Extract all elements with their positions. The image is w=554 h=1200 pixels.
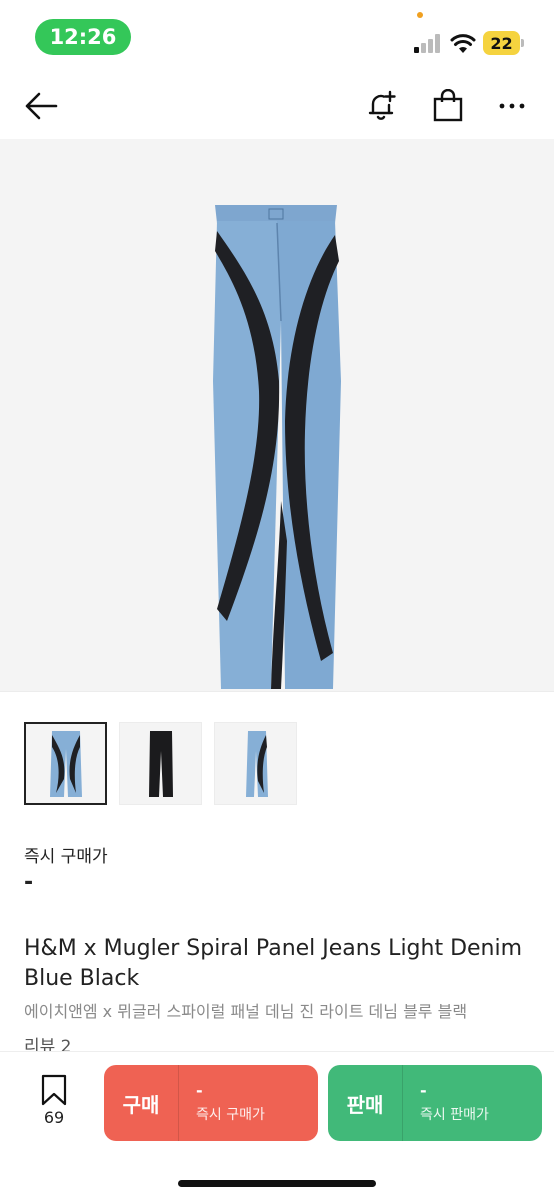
bottom-action-bar: 69 구매 - 즉시 구매가 판매 - 즉시 판매가 bbox=[0, 1051, 554, 1200]
more-button[interactable] bbox=[490, 84, 534, 128]
product-title: H&M x Mugler Spiral Panel Jeans Light De… bbox=[24, 936, 523, 991]
status-bar: 12:26 22 bbox=[0, 0, 554, 70]
product-title-korean: 에이치앤엠 x 뮈글러 스파이럴 패널 데님 진 라이트 데님 블루 블랙 bbox=[24, 1002, 468, 1021]
shopping-bag-icon bbox=[433, 89, 463, 122]
back-button[interactable] bbox=[19, 84, 63, 128]
sell-price: - bbox=[420, 1081, 427, 1100]
thumbnail-3[interactable] bbox=[214, 722, 297, 805]
battery-icon: 22 bbox=[483, 31, 525, 55]
buy-button[interactable]: 구매 - 즉시 구매가 bbox=[104, 1065, 318, 1141]
bookmark-icon bbox=[41, 1074, 67, 1106]
thumbnail-1[interactable] bbox=[24, 722, 107, 805]
buy-price: - bbox=[196, 1081, 203, 1100]
status-time: 12:26 bbox=[35, 19, 131, 55]
wishlist-count: 69 bbox=[43, 1108, 65, 1127]
wishlist-button[interactable]: 69 bbox=[30, 1074, 78, 1134]
price-alert-button[interactable] bbox=[360, 84, 404, 128]
arrow-left-icon bbox=[25, 92, 58, 120]
jeans-spiral-side-image bbox=[245, 730, 268, 797]
buy-label: 구매 bbox=[104, 1065, 179, 1141]
cellular-signal-icon bbox=[414, 33, 442, 53]
battery-level: 22 bbox=[483, 31, 520, 55]
thumbnail-2[interactable] bbox=[119, 722, 202, 805]
sell-label: 판매 bbox=[328, 1065, 403, 1141]
instant-buy-price-label: 즉시 구매가 bbox=[24, 847, 108, 867]
instant-buy-price-value: - bbox=[24, 870, 34, 895]
home-indicator bbox=[178, 1180, 376, 1187]
top-nav bbox=[0, 76, 554, 138]
thumbnail-strip bbox=[24, 722, 297, 806]
privacy-indicator-dot bbox=[417, 12, 423, 18]
product-main-image[interactable] bbox=[0, 139, 554, 692]
jeans-black-image bbox=[148, 730, 173, 797]
bell-plus-icon bbox=[368, 90, 396, 120]
wifi-icon bbox=[450, 34, 476, 53]
jeans-image bbox=[213, 205, 341, 689]
buy-caption: 즉시 구매가 bbox=[196, 1107, 265, 1123]
jeans-spiral-front-image bbox=[49, 730, 82, 797]
sell-button[interactable]: 판매 - 즉시 판매가 bbox=[328, 1065, 542, 1141]
more-dots-icon bbox=[499, 103, 525, 109]
sell-caption: 즉시 판매가 bbox=[420, 1107, 489, 1123]
cart-button[interactable] bbox=[426, 84, 470, 128]
